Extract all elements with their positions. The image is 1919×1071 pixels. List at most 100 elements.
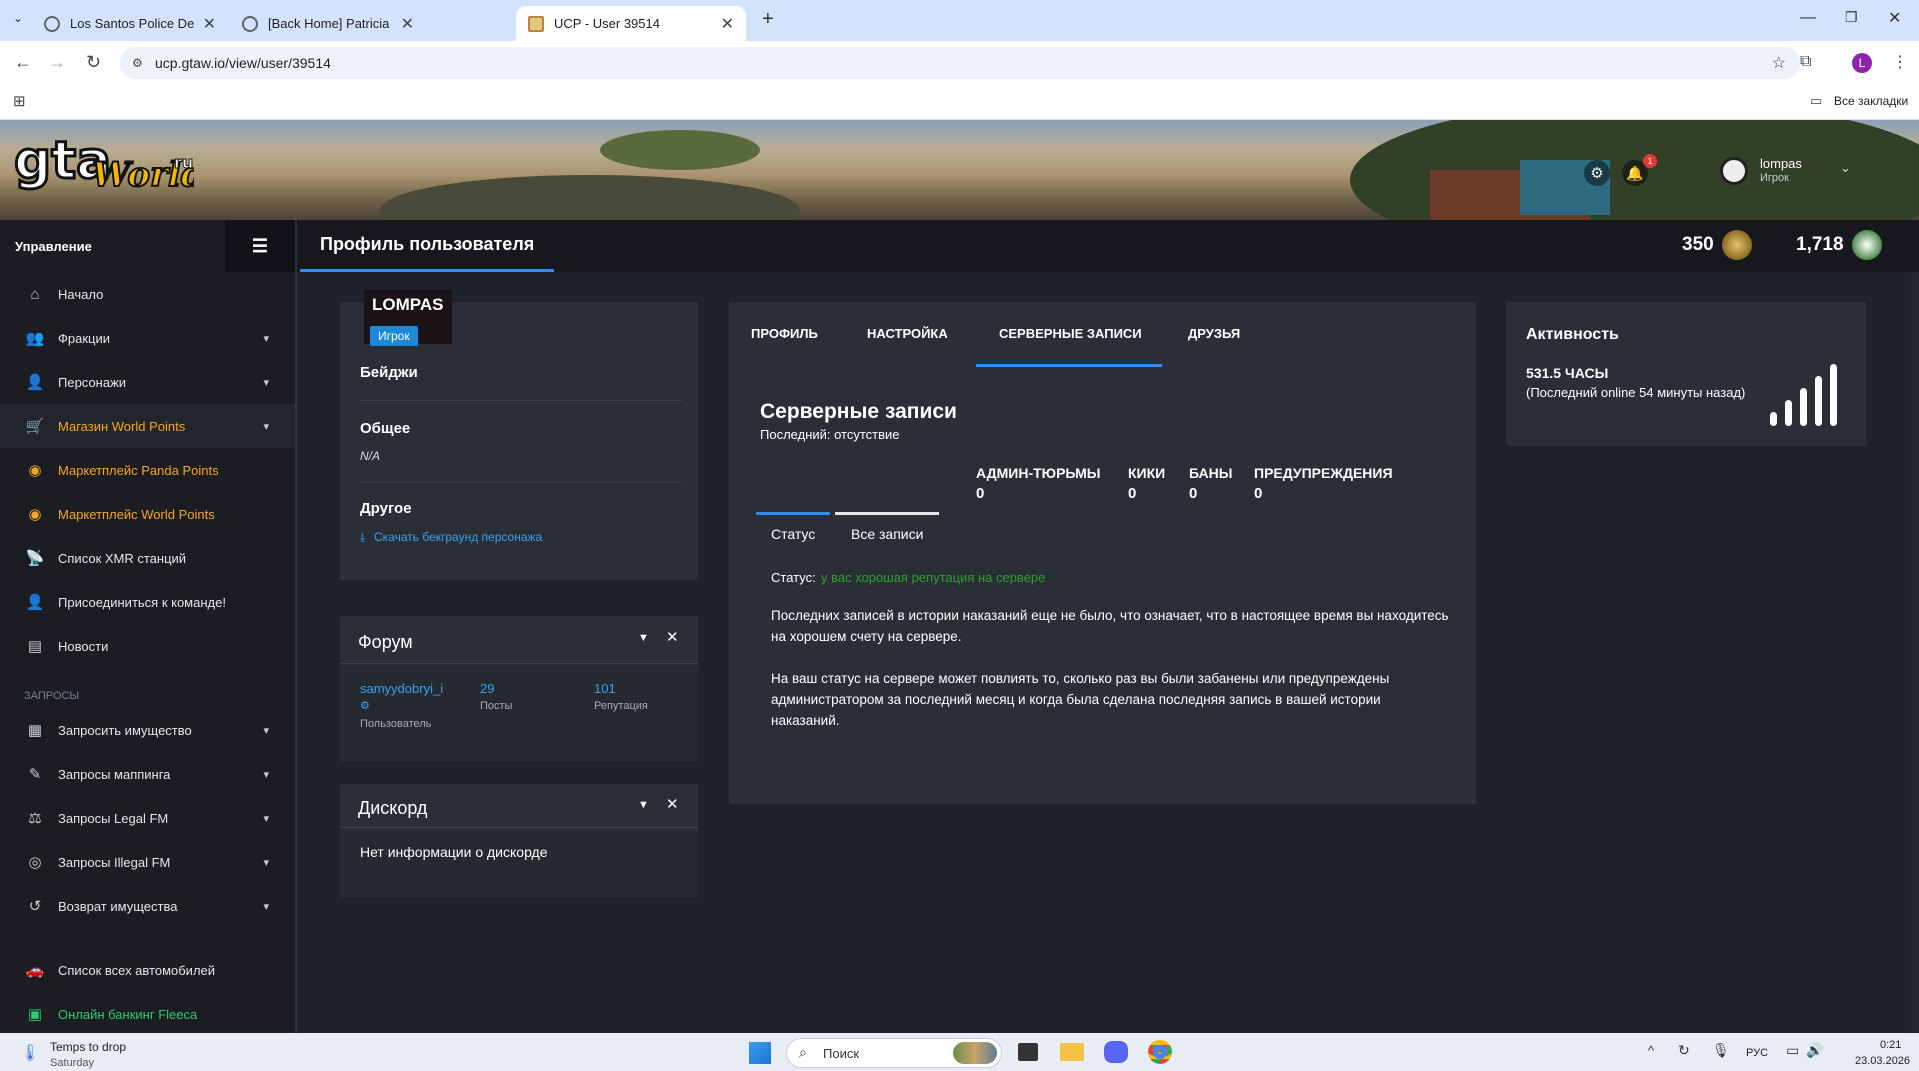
sidebar-item-label: Возврат имущества [58,898,178,914]
records-paragraph-1: Последних записей в истории наказаний ещ… [771,608,1449,644]
records-last: Последний: отсутствие [760,427,900,442]
forward-icon[interactable]: → [48,52,66,73]
sidebar-item-label: Запросить имущество [58,722,192,738]
browser-tab[interactable]: Los Santos Police Department - ✕ [32,6,228,41]
sidebar-item-mapping-requests[interactable]: ✎ Запросы маппинга ▾ [0,752,295,796]
bank-icon: ▣ [27,1006,43,1023]
file-explorer-icon[interactable] [1060,1043,1084,1061]
hamburger-menu-icon[interactable]: ☰ [225,220,295,272]
profile-card: LOMPAS Игрок Бейджи Общее N/A Другое ⤓ С… [340,290,698,580]
mic-icon[interactable]: 🎙 [1712,1042,1730,1059]
minimize-icon[interactable]: — [1800,9,1816,27]
close-icon[interactable]: ✕ [666,628,679,646]
subtab-status[interactable]: Статус [771,526,815,542]
taskbar-search[interactable]: ⌕ Поиск [786,1038,1002,1068]
discord-app-icon[interactable] [1104,1041,1128,1063]
panda-points: 1,718 [1796,230,1882,260]
menu-dots-icon[interactable]: ⋮ [1892,52,1908,72]
site-info-icon[interactable]: ⚙ [132,56,143,70]
tab-friends[interactable]: ДРУЗЬЯ [1188,326,1240,341]
user-menu[interactable]: lompas Игрок ⌄ [1716,152,1866,192]
weather-subtitle: Saturday [50,1057,95,1069]
volume-icon[interactable]: 🔊 [1806,1042,1823,1059]
tab-title: Los Santos Police Department - [70,16,195,31]
subtab-all-underline [835,512,939,515]
sidebar-item-fleeca-banking[interactable]: ▣ Онлайн банкинг Fleeca [0,992,295,1036]
all-bookmarks-link[interactable]: Все закладки [1834,94,1908,108]
bookmark-star-icon[interactable]: ☆ [1772,53,1786,73]
stat-label-warnings: ПРЕДУПРЕЖДЕНИЯ [1254,465,1393,481]
chevron-down-icon: ⌄ [1840,160,1851,175]
start-windows-icon[interactable] [749,1042,771,1064]
network-icon[interactable]: ▭ [1786,1042,1799,1059]
sidebar-item-factions[interactable]: 👥 Фракции ▾ [0,316,295,360]
window-close-icon[interactable]: ✕ [1888,8,1901,28]
activity-title: Активность [1526,326,1619,343]
tray-chevron-icon[interactable]: ^ [1648,1043,1654,1058]
new-tab-icon[interactable]: + [762,8,774,31]
sidebar-item-join-team[interactable]: 👤 Присоединиться к команде! [0,580,295,624]
close-icon[interactable]: ✕ [401,14,414,34]
chrome-app-icon[interactable] [1148,1040,1172,1064]
forum-reputation-label: Репутация [594,700,648,712]
download-background-link[interactable]: Скачать бекграунд персонажа [374,530,542,544]
subtab-all-records[interactable]: Все записи [851,526,923,542]
task-view-icon[interactable] [1018,1043,1038,1061]
sidebar-item-home[interactable]: ⌂ Начало [0,272,295,316]
tab-list-chevron-icon[interactable]: ⌄ [13,11,23,25]
browser-tab[interactable]: [Back Home] Patricia Vella (kala ✕ [230,6,426,41]
sidebar-item-legal-fm[interactable]: ⚖ Запросы Legal FM ▾ [0,796,295,840]
sidebar-item-label: Запросы Illegal FM [58,854,171,870]
user-role: Игрок [1760,172,1789,184]
sidebar-item-label: Персонажи [58,374,127,390]
sync-icon[interactable]: ↻ [1678,1042,1690,1059]
reload-icon[interactable]: ↻ [86,52,101,73]
sidebar-item-panda-marketplace[interactable]: ◉ Маркетплейс Panda Points [0,448,295,492]
language-indicator[interactable]: РУС [1746,1047,1768,1059]
sidebar-item-label: Онлайн банкинг Fleeca [58,1006,198,1022]
sidebar-item-world-points-shop[interactable]: 🛒 Магазин World Points ▾ [0,404,295,448]
gta-world-logo[interactable]: gta World ru [13,128,206,200]
browser-tab-strip: ⌄ Los Santos Police Department - ✕ [Back… [0,0,1919,41]
tab-settings[interactable]: НАСТРОЙКА [867,326,948,341]
close-icon[interactable]: ✕ [721,14,734,34]
divider [360,482,682,483]
close-icon[interactable]: ✕ [666,795,679,813]
world-points-value: 350 [1682,234,1714,255]
settings-gear-icon[interactable]: ⚙ [1584,160,1610,186]
tab-server-records[interactable]: СЕРВЕРНЫЕ ЗАПИСИ [999,326,1142,341]
sidebar-item-request-property[interactable]: ▦ Запросить имущество ▾ [0,708,295,752]
collapse-caret-icon[interactable]: ▼ [638,799,649,811]
building-icon: ▦ [27,722,43,739]
sidebar-item-news[interactable]: ▤ Новости [0,624,295,668]
tab-profile[interactable]: ПРОФИЛЬ [751,326,818,341]
extensions-icon[interactable]: ⧉ [1800,53,1811,71]
chevron-down-icon: ▾ [263,856,269,869]
page-scrollbar[interactable] [1905,272,1919,1033]
weather-title[interactable]: Temps to drop [50,1040,126,1054]
mask-icon: ◎ [28,854,42,871]
sidebar-item-property-return[interactable]: ↺ Возврат имущества ▾ [0,884,295,928]
clock-date[interactable]: 23.03.2026 [1855,1055,1910,1067]
restore-icon[interactable]: ❐ [1845,9,1858,26]
sidebar-item-xmr-stations[interactable]: 📡 Список XMR станций [0,536,295,580]
sidebar-item-world-marketplace[interactable]: ◉ Маркетплейс World Points [0,492,295,536]
search-icon: ⌕ [799,1044,807,1060]
sidebar-item-vehicles[interactable]: 🚗 Список всех автомобилей [0,948,295,992]
status-label: Статус: [771,570,816,585]
apps-grid-icon[interactable]: ⊞ [13,92,26,110]
collapse-caret-icon[interactable]: ▼ [638,632,649,644]
forum-card: Форум ▼ ✕ samyydobryi_i ⚙ Пользователь 2… [340,616,698,762]
close-icon[interactable]: ✕ [203,14,216,34]
user-plus-icon: 👤 [25,594,45,611]
clock-time[interactable]: 0:21 [1880,1039,1901,1051]
sidebar-item-characters[interactable]: 👤 Персонажи ▾ [0,360,295,404]
sidebar-item-illegal-fm[interactable]: ◎ Запросы Illegal FM ▾ [0,840,295,884]
forum-username-link[interactable]: samyydobryi_i [360,681,443,696]
url-bar[interactable]: ⚙ ucp.gtaw.io/view/user/39514 ☆ [120,47,1800,79]
sidebar-title: Управление [15,238,92,254]
back-icon[interactable]: ← [14,52,32,73]
browser-tab-active[interactable]: UCP - User 39514 ✕ [516,6,746,41]
profile-avatar[interactable]: L [1852,53,1872,73]
activity-last-online: (Последний online 54 минуты назад) [1526,385,1746,400]
